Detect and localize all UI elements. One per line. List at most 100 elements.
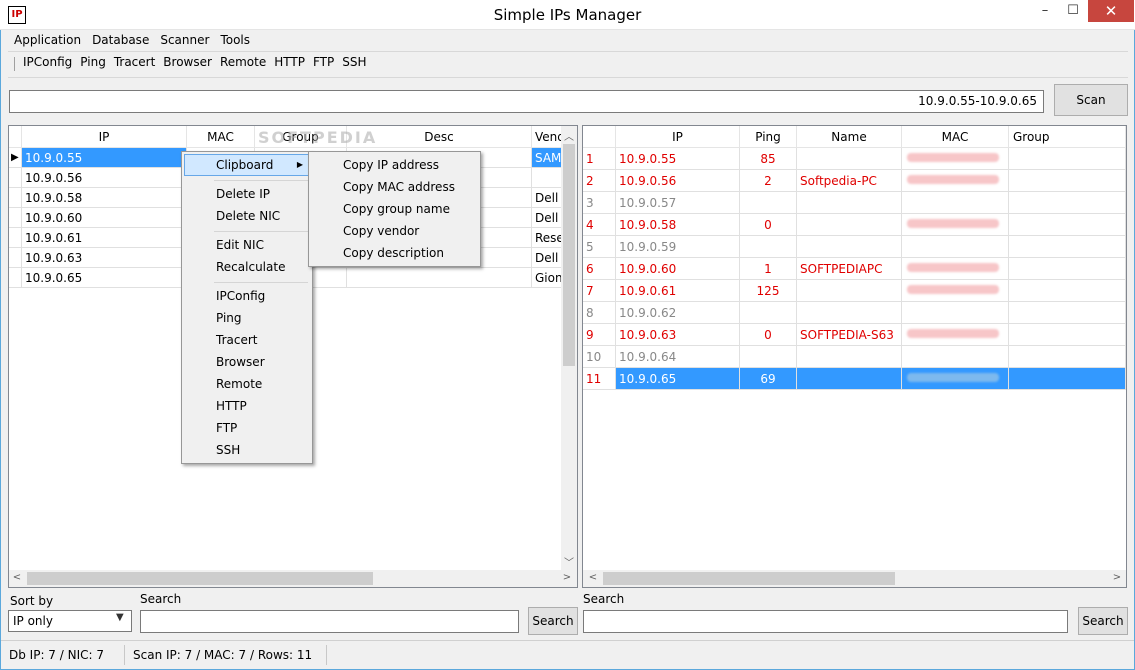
toolbar-browser[interactable]: Browser [158, 55, 215, 69]
menu-item-clipboard[interactable]: Clipboard ▶ [184, 154, 310, 176]
cell-mac[interactable] [902, 170, 1009, 192]
menu-item-ftp[interactable]: FTP [184, 417, 237, 439]
cell-row-number[interactable]: 5 [583, 236, 616, 258]
cell-vendor[interactable]: SAM [532, 148, 562, 168]
vertical-scrollbar[interactable]: ︿ ﹀ [561, 126, 577, 570]
cell-desc[interactable] [347, 268, 532, 288]
cell-group[interactable] [1009, 302, 1126, 324]
menu-item-edit-nic[interactable]: Edit NIC [184, 234, 264, 256]
cell-row-number[interactable]: 6 [583, 258, 616, 280]
menu-item-copy-group[interactable]: Copy group name [311, 198, 450, 220]
ip-range-input[interactable]: 10.9.0.55-10.9.0.65 [9, 90, 1044, 113]
chevron-down-icon[interactable]: ▼ [116, 612, 124, 623]
cell-name[interactable] [797, 236, 902, 258]
scroll-thumb[interactable] [603, 572, 895, 585]
scroll-down-icon[interactable]: ﹀ [561, 554, 577, 569]
cell-group[interactable] [1009, 280, 1126, 302]
cell-ip[interactable]: 10.9.0.60 [22, 208, 187, 228]
menu-item-tracert[interactable]: Tracert [184, 329, 257, 351]
toolbar-ssh[interactable]: SSH [337, 55, 369, 69]
cell-group[interactable] [1009, 368, 1126, 390]
cell-ip[interactable]: 10.9.0.64 [616, 346, 740, 368]
cell-name[interactable] [797, 192, 902, 214]
row-selector[interactable] [9, 228, 22, 248]
cell-mac[interactable] [902, 302, 1009, 324]
menu-item-copy-vendor[interactable]: Copy vendor [311, 220, 419, 242]
cell-name[interactable] [797, 368, 902, 390]
row-selector[interactable] [9, 168, 22, 188]
right-search-input[interactable] [583, 610, 1068, 633]
close-button[interactable]: ✕ [1088, 0, 1134, 22]
cell-vendor[interactable]: Dell [532, 208, 562, 228]
cell-group[interactable] [1009, 214, 1126, 236]
cell-mac[interactable] [902, 368, 1009, 390]
column-header-group[interactable]: Group [1009, 126, 1126, 148]
right-search-button[interactable]: Search [1078, 607, 1128, 635]
cell-group[interactable] [1009, 258, 1126, 280]
column-header-vendor[interactable]: Vendor [532, 126, 562, 148]
cell-group[interactable] [1009, 324, 1126, 346]
menu-item-copy-description[interactable]: Copy description [311, 242, 444, 264]
cell-ping[interactable]: 2 [740, 170, 797, 192]
cell-name[interactable] [797, 346, 902, 368]
column-header-mac[interactable]: MAC [902, 126, 1009, 148]
cell-ip[interactable]: 10.9.0.55 [616, 148, 740, 170]
menu-item-browser[interactable]: Browser [184, 351, 265, 373]
cell-mac[interactable] [902, 324, 1009, 346]
cell-ip[interactable]: 10.9.0.61 [616, 280, 740, 302]
scroll-left-icon[interactable]: < [585, 572, 601, 583]
cell-ip[interactable]: 10.9.0.58 [616, 214, 740, 236]
cell-name[interactable] [797, 280, 902, 302]
row-selector[interactable] [9, 188, 22, 208]
cell-row-number[interactable]: 10 [583, 346, 616, 368]
menu-item-ping[interactable]: Ping [184, 307, 242, 329]
scroll-thumb[interactable] [563, 144, 575, 366]
cell-name[interactable] [797, 302, 902, 324]
cell-group[interactable] [1009, 346, 1126, 368]
menu-database[interactable]: Database [86, 31, 154, 47]
left-search-input[interactable] [140, 610, 519, 633]
cell-ip[interactable]: 10.9.0.62 [616, 302, 740, 324]
cell-row-number[interactable]: 4 [583, 214, 616, 236]
menu-item-recalculate[interactable]: Recalculate [184, 256, 285, 278]
cell-mac[interactable] [902, 346, 1009, 368]
cell-row-number[interactable]: 3 [583, 192, 616, 214]
cell-group[interactable] [1009, 170, 1126, 192]
cell-ping[interactable]: 0 [740, 324, 797, 346]
horizontal-scrollbar[interactable]: < > [9, 570, 577, 587]
cell-mac[interactable] [902, 148, 1009, 170]
cell-mac[interactable] [902, 280, 1009, 302]
cell-ping[interactable] [740, 346, 797, 368]
cell-ip[interactable]: 10.9.0.59 [616, 236, 740, 258]
row-selector[interactable]: ▶ [9, 148, 22, 168]
menu-scanner[interactable]: Scanner [154, 31, 214, 47]
maximize-button[interactable]: ☐ [1059, 0, 1087, 24]
cell-ip[interactable]: 10.9.0.57 [616, 192, 740, 214]
toolbar-ftp[interactable]: FTP [308, 55, 337, 69]
toolbar-remote[interactable]: Remote [215, 55, 269, 69]
cell-ping[interactable]: 0 [740, 214, 797, 236]
cell-group[interactable] [1009, 148, 1126, 170]
cell-mac[interactable] [902, 258, 1009, 280]
menu-item-copy-ip[interactable]: Copy IP address [311, 154, 439, 176]
cell-group[interactable] [1009, 236, 1126, 258]
menu-item-http[interactable]: HTTP [184, 395, 247, 417]
cell-ping[interactable] [740, 236, 797, 258]
cell-ip[interactable]: 10.9.0.63 [22, 248, 187, 268]
scroll-thumb[interactable] [27, 572, 373, 585]
cell-vendor[interactable] [532, 168, 562, 188]
cell-ip[interactable]: 10.9.0.56 [22, 168, 187, 188]
cell-name[interactable]: SOFTPEDIA-S63 [797, 324, 902, 346]
row-selector[interactable] [9, 208, 22, 228]
cell-vendor[interactable]: Dell [532, 248, 562, 268]
menu-item-remote[interactable]: Remote [184, 373, 262, 395]
cell-ip[interactable]: 10.9.0.56 [616, 170, 740, 192]
cell-ip[interactable]: 10.9.0.60 [616, 258, 740, 280]
menu-item-delete-nic[interactable]: Delete NIC [184, 205, 280, 227]
cell-ping[interactable]: 85 [740, 148, 797, 170]
cell-row-number[interactable]: 9 [583, 324, 616, 346]
cell-vendor[interactable]: Rese [532, 228, 562, 248]
cell-mac[interactable] [902, 214, 1009, 236]
scroll-right-icon[interactable]: > [1109, 572, 1125, 583]
sort-by-select[interactable]: IP only [8, 610, 132, 632]
